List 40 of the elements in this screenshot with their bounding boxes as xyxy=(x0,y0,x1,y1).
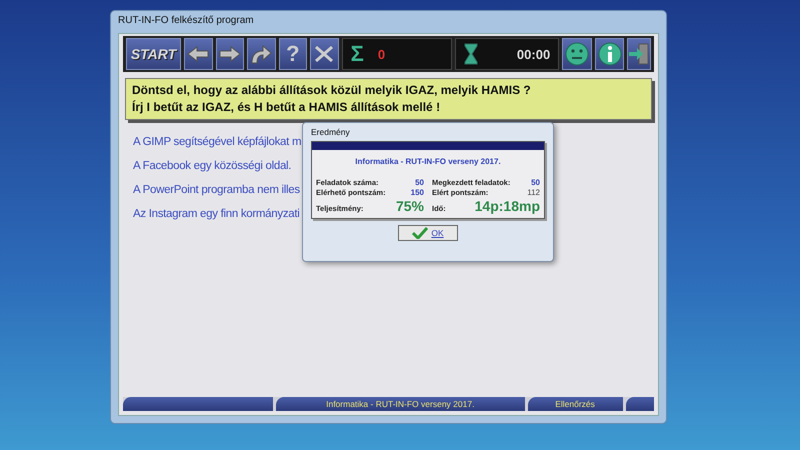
checkmark-icon xyxy=(412,227,428,239)
tools-button[interactable] xyxy=(310,38,339,70)
start-button[interactable]: START xyxy=(126,38,182,70)
window-title: RUT-IN-FO felkészítő program xyxy=(118,14,255,28)
statement-text: A PowerPoint programba nem illes xyxy=(133,183,301,198)
forward-button[interactable] xyxy=(216,38,244,70)
back-button[interactable] xyxy=(184,38,213,70)
stat-value: 150 xyxy=(410,188,424,197)
score-counter: 0 xyxy=(378,46,386,62)
hourglass-icon xyxy=(464,43,478,65)
info-button[interactable] xyxy=(595,38,624,70)
result-headline: Informatika - RUT-IN-FO verseny 2017. xyxy=(354,156,502,168)
statement-text: A GIMP segítségével képfájlokat m xyxy=(133,135,302,150)
dialog-title: Eredmény xyxy=(311,126,351,139)
curved-arrow-icon xyxy=(249,44,274,64)
ok-button[interactable]: OK xyxy=(398,225,458,241)
stat-value: 75% xyxy=(396,198,424,214)
sigma-symbol: Σ xyxy=(350,41,364,67)
left-arrow-icon xyxy=(186,45,210,63)
exit-door-icon xyxy=(628,42,650,66)
info-icon xyxy=(598,42,622,66)
statement-text: A Facebook egy közösségi oldal. xyxy=(133,159,292,174)
stat-value: 112 xyxy=(527,188,540,197)
redo-button[interactable] xyxy=(247,38,276,70)
status-text: Informatika - RUT-IN-FO verseny 2017. xyxy=(326,399,474,409)
help-button[interactable]: ? xyxy=(278,38,308,70)
instruction-text: Döntsd el, hogy az alábbi állítások közül melyik IGAZ, melyik HAMIS ? xyxy=(132,82,532,99)
stat-value: 50 xyxy=(531,178,540,187)
neutral-face-icon xyxy=(565,42,590,66)
stat-value: 14p:18mp xyxy=(474,198,540,214)
instruction-text: Írj I betűt az IGAZ, és H betűt a HAMIS állítások mellé ! xyxy=(132,99,442,116)
statement-text: Az Instagram egy finn kormányzati xyxy=(133,207,301,222)
exit-button[interactable] xyxy=(626,38,651,70)
crossed-tools-icon xyxy=(313,44,336,64)
timer-display: 00:00 xyxy=(516,46,550,62)
status-text: Ellenőrzés xyxy=(555,399,595,409)
status-bar-segment xyxy=(626,397,654,411)
smiley-button[interactable] xyxy=(562,38,592,70)
right-arrow-icon xyxy=(218,45,242,63)
stat-value: 50 xyxy=(415,178,424,187)
